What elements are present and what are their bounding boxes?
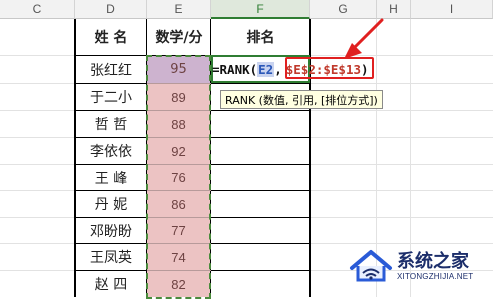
table-row-score[interactable]: 76 <box>147 165 210 190</box>
formula-prefix: =RANK( <box>212 61 258 77</box>
header-score[interactable]: 数学/分 <box>147 19 211 55</box>
table-row-name[interactable]: 邓盼盼 <box>75 218 147 243</box>
column-header-i[interactable]: I <box>411 0 493 19</box>
table-row-score[interactable]: 88 <box>147 111 210 137</box>
table-row-score[interactable]: 86 <box>147 191 210 217</box>
header-rank[interactable]: 排名 <box>211 19 310 55</box>
table-row-name[interactable]: 张红红 <box>75 56 147 83</box>
table-row-name[interactable]: 于二小 <box>75 84 147 110</box>
table-row-name[interactable]: 王 峰 <box>75 165 147 190</box>
table-row-name[interactable]: 王凤英 <box>75 244 147 270</box>
table-row-score[interactable]: 89 <box>147 84 210 110</box>
table-row-name[interactable]: 哲 哲 <box>75 111 147 137</box>
column-header-label: D <box>106 2 115 16</box>
function-tooltip: RANK (数值, 引用, [排位方式]) <box>220 90 383 109</box>
table-row-name[interactable]: 赵 四 <box>75 271 147 297</box>
column-header-label: H <box>389 2 398 16</box>
red-arrow-icon <box>344 18 384 59</box>
header-name[interactable]: 姓 名 <box>75 19 147 55</box>
column-header-f[interactable]: F <box>211 0 310 19</box>
table-row-score[interactable]: 95 <box>147 56 210 83</box>
watermark-subtitle: XITONGZHIJIA.NET <box>397 272 474 281</box>
table-row-score[interactable]: 82 <box>147 271 210 297</box>
watermark-title: 系统之家 <box>397 251 469 272</box>
house-logo-icon <box>350 250 392 282</box>
column-header-label: C <box>32 2 42 16</box>
table-row-name[interactable]: 丹 妮 <box>75 191 147 217</box>
table-row-score[interactable]: 74 <box>147 244 210 270</box>
column-header-e[interactable]: E <box>147 0 211 19</box>
column-header-c[interactable]: C <box>0 0 75 19</box>
column-header-label: E <box>174 2 183 16</box>
table-row-name[interactable]: 李依依 <box>75 138 147 164</box>
table-row-score[interactable]: 92 <box>147 138 210 164</box>
column-header-label: F <box>256 1 264 16</box>
formula-arg-number: E2 <box>257 61 275 77</box>
column-header-d[interactable]: D <box>75 0 147 19</box>
column-header-label: I <box>449 2 454 16</box>
formula-separator: , <box>274 61 282 77</box>
table-row-score[interactable]: 77 <box>147 218 210 243</box>
